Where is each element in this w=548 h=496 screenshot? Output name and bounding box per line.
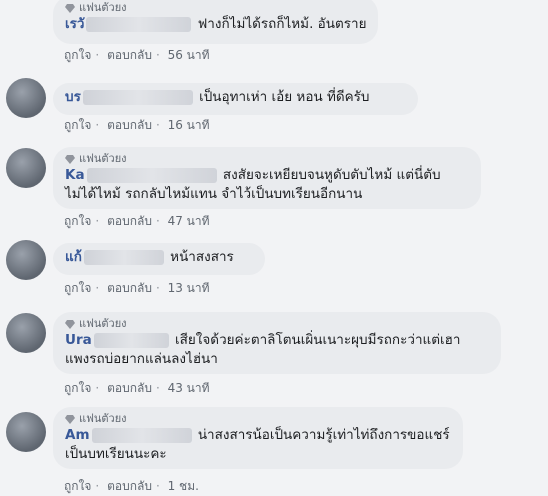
comment-actions-5: ถูกใจ · ตอบกลับ · 43 นาที (64, 381, 210, 395)
comment-actions-3: ถูกใจ · ตอบกลับ · 47 นาที (64, 214, 210, 228)
reply-link[interactable]: ตอบกลับ (107, 118, 152, 132)
comment-time[interactable]: 1 ชม. (168, 479, 199, 493)
comment-text-line2: เป็นบทเรียนนะคะ (65, 446, 167, 462)
like-link[interactable]: ถูกใจ (64, 281, 91, 295)
comment-time[interactable]: 13 นาที (168, 281, 210, 295)
comment-bubble-2: บร เป็นอุทาเห่า เอ้ย หอน ที่ดีครับ (53, 83, 418, 115)
avatar[interactable] (6, 78, 46, 118)
avatar[interactable] (6, 240, 46, 280)
reply-link[interactable]: ตอบกลับ (107, 48, 152, 62)
like-link[interactable]: ถูกใจ (64, 479, 91, 493)
comment-actions-4: ถูกใจ · ตอบกลับ · 13 นาที (64, 281, 210, 295)
redacted-name (93, 332, 169, 348)
avatar[interactable] (6, 412, 46, 452)
redacted-name (82, 89, 193, 105)
fan-badge: แฟนตัวยง (65, 317, 489, 331)
commenter-name[interactable]: แก้ (65, 249, 82, 265)
comment-actions-6: ถูกใจ · ตอบกลับ · 1 ชม. (64, 479, 199, 493)
commenter-name[interactable]: Am (65, 427, 90, 443)
comment-time[interactable]: 43 นาที (168, 381, 210, 395)
avatar[interactable] (6, 148, 46, 188)
comment-time[interactable]: 47 นาที (168, 214, 210, 228)
gem-icon (65, 4, 75, 13)
comment-time[interactable]: 56 นาที (168, 48, 210, 62)
comment-text: เรวั ฟางก็ไม่ได้รถก็ไหม้. อันตราย (65, 16, 367, 32)
comment-bubble-4: แก้ หน้าสงสาร (53, 243, 265, 275)
comment-time[interactable]: 16 นาที (168, 118, 210, 132)
like-link[interactable]: ถูกใจ (64, 381, 91, 395)
comment-bubble-6: แฟนตัวยง Am น่าสงสารน้อเป็นความรู้เท่าไท… (53, 407, 463, 469)
commenter-name[interactable]: Ka (65, 167, 85, 183)
comment-text-line2: ไม่ได้ไหม้ รถกลับไหม้แทน จำไว้เป็นบทเรีย… (65, 186, 363, 202)
avatar[interactable] (6, 313, 46, 353)
comment-actions-2: ถูกใจ · ตอบกลับ · 16 นาที (64, 118, 210, 132)
redacted-name (91, 427, 192, 443)
like-link[interactable]: ถูกใจ (64, 118, 91, 132)
gem-icon (65, 155, 75, 164)
comment-text: Am น่าสงสารน้อเป็นความรู้เท่าไท่ถึงการขอ… (65, 427, 450, 443)
comment-text-line2: แพงรถบ่อยากแล่นลงไฮ่นา (65, 351, 218, 367)
commenter-name[interactable]: เรวั (65, 16, 84, 32)
fan-badge: แฟนตัวยง (65, 412, 451, 426)
comment-bubble-3: แฟนตัวยง Ka สงสัยจะเหยียบจนหูดับตับไหม้ … (53, 147, 481, 209)
comment-bubble-1: แฟนตัวยง เรวั ฟางก็ไม่ได้รถก็ไหม้. อันตร… (53, 0, 378, 44)
fan-badge: แฟนตัวยง (65, 1, 366, 15)
reply-link[interactable]: ตอบกลับ (107, 381, 152, 395)
redacted-name (86, 16, 192, 32)
comment-text: บร เป็นอุทาเห่า เอ้ย หอน ที่ดีครับ (65, 89, 370, 105)
like-link[interactable]: ถูกใจ (64, 214, 91, 228)
fan-badge: แฟนตัวยง (65, 152, 469, 166)
comment-bubble-5: แฟนตัวยง Ura เสียใจด้วยค่ะตาลิโตนเผิ่นเน… (53, 312, 501, 374)
comment-actions-1: ถูกใจ · ตอบกลับ · 56 นาที (64, 48, 210, 62)
commenter-name[interactable]: Ura (65, 332, 92, 348)
reply-link[interactable]: ตอบกลับ (107, 281, 152, 295)
like-link[interactable]: ถูกใจ (64, 48, 91, 62)
redacted-name (86, 167, 217, 183)
commenter-name[interactable]: บร (65, 89, 81, 105)
reply-link[interactable]: ตอบกลับ (107, 479, 152, 493)
comment-text: Ka สงสัยจะเหยียบจนหูดับตับไหม้ แต่นี่ตับ (65, 167, 441, 183)
gem-icon (65, 415, 75, 424)
comment-text: Ura เสียใจด้วยค่ะตาลิโตนเผิ่นเนาะผุบมีรถ… (65, 332, 461, 348)
gem-icon (65, 320, 75, 329)
comment-text: แก้ หน้าสงสาร (65, 249, 234, 265)
redacted-name (83, 249, 164, 265)
reply-link[interactable]: ตอบกลับ (107, 214, 152, 228)
